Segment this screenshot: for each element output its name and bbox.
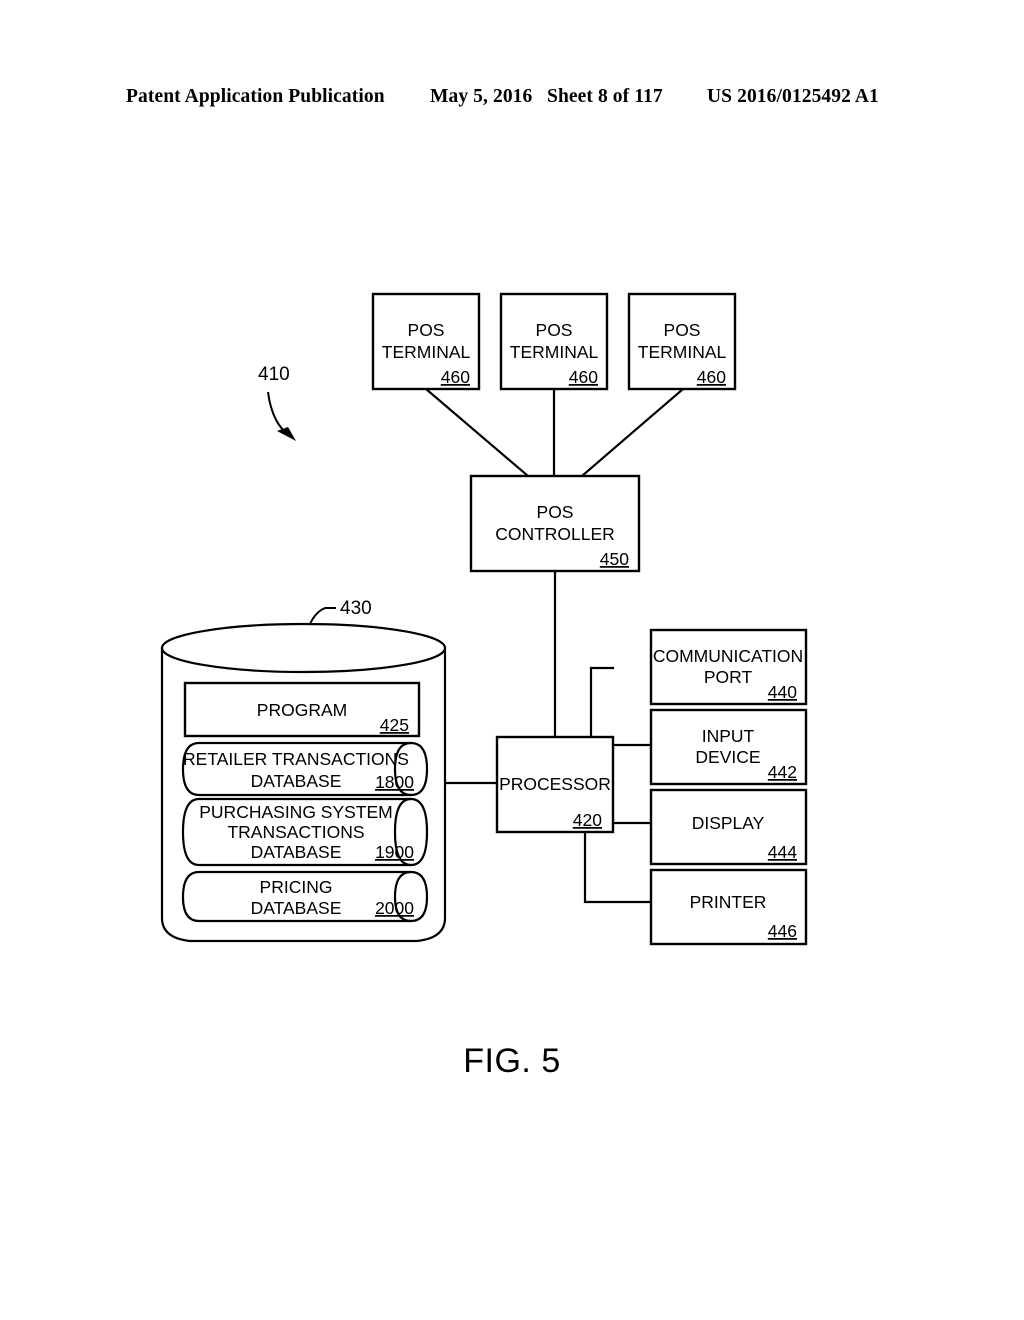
pos-controller-line2: CONTROLLER: [495, 524, 615, 544]
input-device-line2: DEVICE: [695, 747, 760, 767]
pos-terminal-3[interactable]: POS TERMINAL 460: [627, 292, 737, 391]
database-2-ref: 1900: [375, 842, 414, 862]
pos-terminal-3-line1: POS: [664, 320, 701, 340]
processor[interactable]: PROCESSOR 420: [495, 735, 615, 834]
processor-ref: 420: [573, 810, 602, 830]
storage-cylinder-top: [160, 622, 447, 674]
database-purchasing-system-transactions[interactable]: PURCHASING SYSTEM TRANSACTIONS DATABASE …: [181, 797, 429, 867]
input-device-line1: INPUT: [702, 726, 755, 746]
peripheral-printer[interactable]: PRINTER 446: [649, 868, 808, 946]
database-1-line2: DATABASE: [251, 771, 342, 791]
database-2-line3: DATABASE: [251, 842, 342, 862]
database-2-line1: PURCHASING SYSTEM: [199, 802, 393, 822]
pos-controller[interactable]: POS CONTROLLER 450: [469, 474, 641, 573]
system-reference-arrowhead: [277, 427, 296, 441]
peripheral-input-device[interactable]: INPUT DEVICE 442: [649, 708, 808, 786]
printer-line1: PRINTER: [690, 892, 767, 912]
storage-unit-430[interactable]: 430 PROGRAM 425 RETAILER TRANSACTIONS DA…: [160, 598, 447, 943]
system-reference-label: 410: [258, 364, 290, 385]
program-module[interactable]: PROGRAM 425: [183, 681, 421, 738]
program-label: PROGRAM: [257, 700, 347, 720]
pos-terminal-1[interactable]: POS TERMINAL 460: [371, 292, 481, 391]
connector-terminal1-controller: [424, 387, 530, 478]
pos-terminal-2-ref: 460: [569, 367, 598, 387]
database-1-ref: 1800: [375, 772, 414, 792]
pos-controller-line1: POS: [537, 502, 574, 522]
figure-5-diagram: 410 POS TERMINAL 460 POS TERMINAL 460 PO…: [160, 292, 808, 946]
display-line1: DISPLAY: [692, 813, 765, 833]
connector-processor-communication-port: [589, 666, 615, 739]
patent-page: Patent Application Publication May 5, 20…: [0, 0, 1024, 1320]
pos-terminal-2-line2: TERMINAL: [510, 342, 599, 362]
database-3-line1: PRICING: [260, 877, 333, 897]
storage-reference-label: 430: [340, 598, 372, 619]
pos-terminal-3-ref: 460: [697, 367, 726, 387]
database-1-line1: RETAILER TRANSACTIONS: [183, 749, 409, 769]
pos-terminal-2-line1: POS: [536, 320, 573, 340]
pos-terminal-1-line2: TERMINAL: [382, 342, 471, 362]
peripheral-display[interactable]: DISPLAY 444: [649, 788, 808, 866]
figure-caption: FIG. 5: [463, 1042, 561, 1080]
program-ref: 425: [380, 715, 409, 735]
pos-terminal-2[interactable]: POS TERMINAL 460: [499, 292, 609, 391]
connector-processor-printer: [583, 830, 653, 904]
connector-terminal3-controller: [580, 387, 685, 478]
pos-terminal-1-ref: 460: [441, 367, 470, 387]
database-3-line2: DATABASE: [251, 898, 342, 918]
communication-port-ref: 440: [768, 682, 797, 702]
peripheral-communication-port[interactable]: COMMUNICATION PORT 440: [649, 628, 808, 706]
system-reference-410: 410: [258, 364, 296, 441]
database-retailer-transactions[interactable]: RETAILER TRANSACTIONS DATABASE 1800: [181, 741, 429, 797]
pos-terminal-3-line2: TERMINAL: [638, 342, 727, 362]
pos-controller-ref: 450: [600, 549, 629, 569]
display-ref: 444: [768, 842, 797, 862]
processor-label: PROCESSOR: [499, 774, 611, 794]
database-3-ref: 2000: [375, 898, 414, 918]
database-2-line2: TRANSACTIONS: [227, 822, 364, 842]
communication-port-line2: PORT: [704, 667, 753, 687]
input-device-ref: 442: [768, 762, 797, 782]
database-pricing[interactable]: PRICING DATABASE 2000: [181, 870, 429, 923]
pos-terminal-1-line1: POS: [408, 320, 445, 340]
communication-port-line1: COMMUNICATION: [653, 646, 803, 666]
printer-ref: 446: [768, 921, 797, 941]
